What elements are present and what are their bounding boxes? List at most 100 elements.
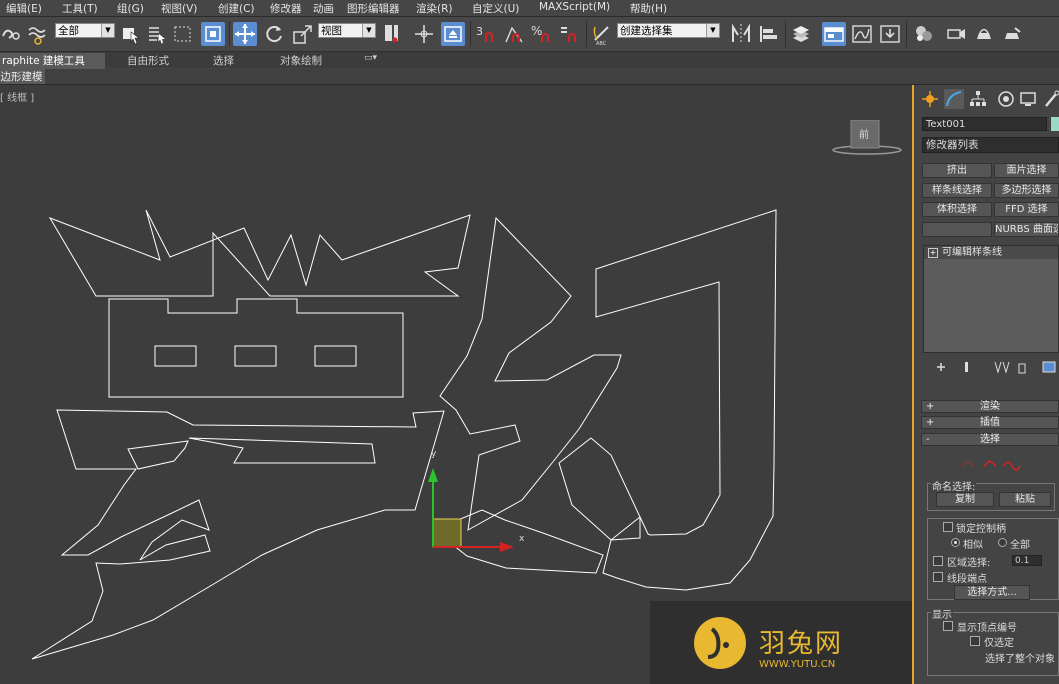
- spline-select-button[interactable]: 样条线选择: [922, 183, 992, 198]
- window-crossing-icon[interactable]: [201, 22, 225, 46]
- stack-item-editable-spline[interactable]: + 可编辑样条线: [924, 246, 1058, 259]
- tab-freeform[interactable]: 自由形式: [127, 53, 169, 68]
- select-object-icon[interactable]: [119, 22, 143, 46]
- configure-sets-icon: [1042, 361, 1056, 373]
- modifier-stack[interactable]: + 可编辑样条线: [923, 245, 1059, 353]
- polygon-modeling-panel[interactable]: 多边形建模: [0, 69, 45, 84]
- snaps-toggle-icon[interactable]: 3: [474, 22, 498, 46]
- sub-object-level-icons[interactable]: [958, 456, 1028, 472]
- named-selections-title: 命名选择:: [931, 478, 977, 493]
- rollout-label: 渲染: [980, 401, 1000, 412]
- svg-text:ABC: ABC: [596, 41, 607, 46]
- link-icon[interactable]: [0, 22, 24, 46]
- select-by-button[interactable]: 选择方式...: [954, 585, 1030, 600]
- viewcube[interactable]: 前: [832, 119, 902, 159]
- tab-object-paint[interactable]: 对象绘制: [280, 53, 322, 68]
- empty-modifier-button[interactable]: [922, 222, 992, 237]
- render-setup-icon[interactable]: [944, 22, 968, 46]
- align-icon[interactable]: [757, 22, 781, 46]
- lock-handles-checkbox[interactable]: [943, 522, 953, 532]
- create-tab-icon[interactable]: [920, 89, 940, 109]
- segment-end-label: 线段端点: [947, 574, 987, 585]
- selected-only-checkbox[interactable]: [970, 636, 980, 646]
- stack-item-label: 可编辑样条线: [942, 247, 1002, 258]
- nurbs-surface-select-button[interactable]: NURBS 曲面选择: [994, 222, 1059, 237]
- menu-animation[interactable]: 动画: [313, 1, 334, 16]
- layer-manager-icon[interactable]: [789, 22, 813, 46]
- hierarchy-tab-icon[interactable]: [968, 89, 988, 109]
- render-production-icon[interactable]: [1000, 22, 1024, 46]
- named-selection-dropdown[interactable]: 创建选择集 ▼: [617, 23, 720, 38]
- menu-create[interactable]: 创建(C): [218, 1, 255, 16]
- edit-named-selection-icon[interactable]: ABC: [590, 22, 614, 47]
- graphite-tools-toggle-icon[interactable]: [822, 22, 846, 46]
- volume-select-button[interactable]: 体积选择: [922, 202, 992, 217]
- material-editor-icon[interactable]: [912, 22, 936, 46]
- extrude-button[interactable]: 挤出: [922, 163, 992, 178]
- menu-views[interactable]: 视图(V): [161, 1, 197, 16]
- reference-coord-dropdown[interactable]: 视图 ▼: [318, 23, 376, 38]
- utilities-tab-icon[interactable]: [1042, 89, 1059, 109]
- percent-snap-icon[interactable]: %: [530, 22, 554, 46]
- menu-graph-editors[interactable]: 图形编辑器: [347, 1, 400, 16]
- rendered-frame-window-icon[interactable]: [972, 22, 996, 46]
- watermark-url: WWW.YUTU.CN: [759, 659, 836, 670]
- patch-select-button[interactable]: 面片选择: [994, 163, 1059, 178]
- menu-tools[interactable]: 工具(T): [62, 1, 98, 16]
- copy-button[interactable]: 复制: [936, 492, 994, 507]
- angle-snap-icon[interactable]: [502, 22, 526, 46]
- menu-maxscript[interactable]: MAXScript(M): [539, 1, 610, 13]
- selected-only-label: 仅选定: [984, 638, 1014, 649]
- select-manipulate-icon[interactable]: [412, 22, 436, 46]
- menu-customize[interactable]: 自定义(U): [472, 1, 519, 16]
- curve-editor-icon[interactable]: [850, 22, 874, 46]
- expand-icon[interactable]: +: [928, 248, 938, 258]
- tab-selection[interactable]: 选择: [213, 53, 234, 68]
- area-selection-checkbox[interactable]: [933, 556, 943, 566]
- vertex-level-icon: [961, 460, 975, 467]
- selection-status-text: 选择了整个对象: [985, 654, 1055, 665]
- segment-end-checkbox[interactable]: [933, 572, 943, 582]
- menu-modifiers[interactable]: 修改器: [270, 1, 302, 16]
- rect-selection-icon[interactable]: [171, 22, 195, 46]
- rollout-interpolation[interactable]: + 插值: [921, 416, 1059, 429]
- display-tab-icon[interactable]: [1018, 89, 1038, 109]
- menu-group[interactable]: 组(G): [117, 1, 144, 16]
- scale-icon[interactable]: [291, 22, 315, 46]
- rollout-selection[interactable]: - 选择: [921, 433, 1059, 446]
- select-by-name-icon[interactable]: [145, 22, 169, 46]
- pivot-center-icon[interactable]: [381, 22, 405, 46]
- area-selection-spinner[interactable]: 0.1: [1012, 555, 1042, 566]
- remove-modifier-icon: [1018, 363, 1026, 374]
- front-viewport[interactable]: [ 线框 ] y x 前 羽兔网 WWW.YUTU.CN: [0, 85, 914, 684]
- motion-tab-icon[interactable]: [996, 89, 1016, 109]
- menu-rendering[interactable]: 渲染(R): [416, 1, 453, 16]
- spinner-snap-icon[interactable]: [557, 22, 581, 46]
- poly-select-button[interactable]: 多边形选择: [994, 183, 1059, 198]
- rollout-sign: -: [926, 434, 930, 445]
- paste-button[interactable]: 粘贴: [999, 492, 1051, 507]
- rotate-icon[interactable]: [262, 22, 286, 46]
- ribbon-options-icon[interactable]: ▭▾: [364, 53, 377, 63]
- spline-text-shape[interactable]: [0, 85, 912, 684]
- gizmo-y-label: y: [431, 449, 437, 459]
- rollout-rendering[interactable]: + 渲染: [921, 400, 1059, 413]
- move-icon[interactable]: [233, 22, 257, 46]
- modify-tab-icon[interactable]: [944, 89, 964, 109]
- object-color-swatch[interactable]: [1051, 117, 1059, 131]
- keyboard-shortcut-override-icon[interactable]: [441, 22, 465, 46]
- selection-filter-dropdown[interactable]: 全部 ▼: [55, 23, 115, 38]
- menu-edit[interactable]: 编辑(E): [6, 1, 42, 16]
- menu-help[interactable]: 帮助(H): [630, 1, 667, 16]
- show-vertex-numbers-checkbox[interactable]: [943, 621, 953, 631]
- ffd-select-button[interactable]: FFD 选择: [994, 202, 1059, 217]
- modifier-list-dropdown[interactable]: 修改器列表: [922, 137, 1059, 153]
- schematic-view-icon[interactable]: [878, 22, 902, 46]
- similar-label: 相似: [963, 540, 983, 551]
- all-radio[interactable]: [998, 538, 1007, 547]
- mirror-icon[interactable]: [729, 22, 753, 46]
- tab-graphite-modeling[interactable]: raphite 建模工具: [0, 53, 105, 69]
- bind-spacewarp-icon[interactable]: [26, 22, 50, 46]
- object-name-field[interactable]: Text001: [922, 117, 1047, 131]
- similar-radio[interactable]: [951, 538, 960, 547]
